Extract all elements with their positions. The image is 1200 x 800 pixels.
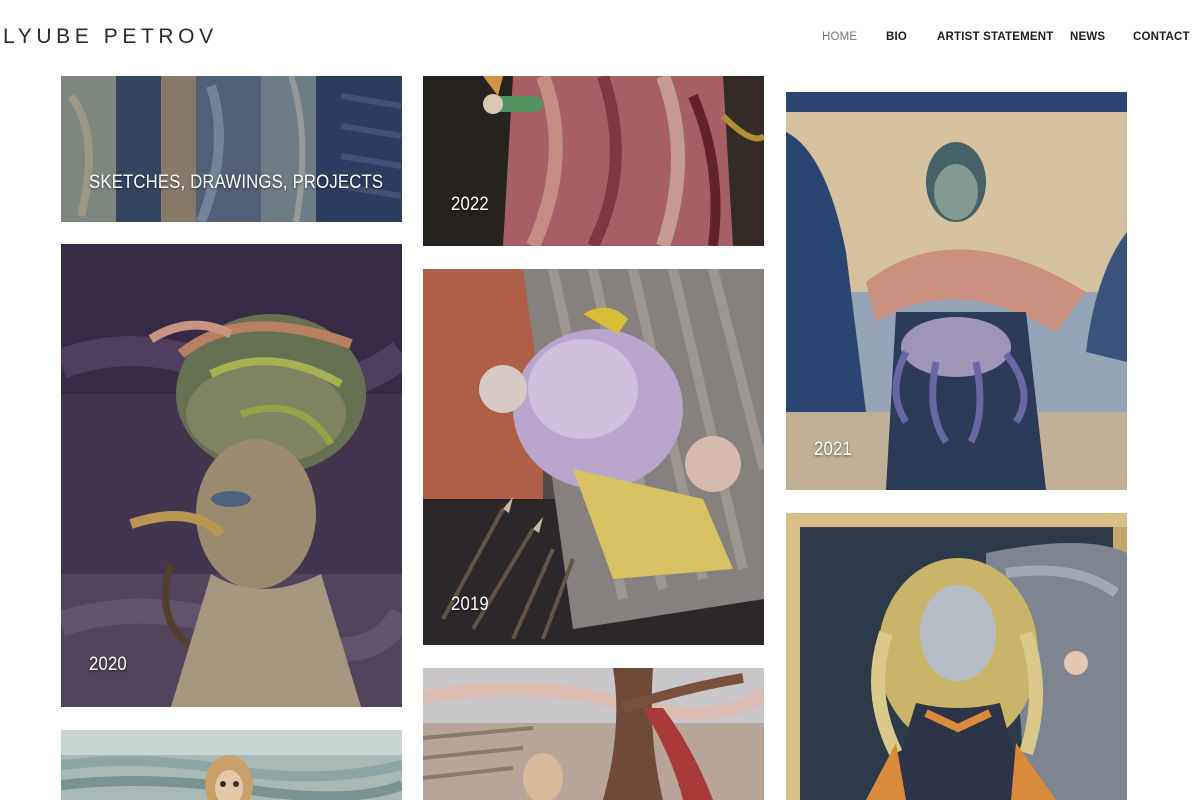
tile-caption: SKETCHES, DRAWINGS, PROJECTS <box>89 172 384 193</box>
gallery-tile-2020[interactable]: 2020 <box>61 244 402 707</box>
gallery-tile-2019[interactable]: 2019 <box>423 269 764 645</box>
framed-portrait-painting-image <box>786 513 1127 800</box>
sea-figure-painting-image <box>61 730 402 800</box>
tile-caption: 2021 <box>814 439 852 460</box>
gallery-tile-sketches[interactable]: SKETCHES, DRAWINGS, PROJECTS <box>61 76 402 222</box>
tile-caption: 2020 <box>89 654 127 675</box>
site-logo[interactable]: LYUBE PETROV <box>3 25 218 49</box>
nav-home[interactable]: HOME <box>822 31 857 47</box>
gallery-tile-bottom-middle[interactable] <box>423 668 764 800</box>
nav-contact[interactable]: CONTACT <box>1133 31 1190 47</box>
woman-with-octopus-painting-image <box>786 92 1127 490</box>
gallery-tile-bottom-right[interactable] <box>786 513 1127 800</box>
nav-news[interactable]: NEWS <box>1070 31 1105 47</box>
nav-artist-statement[interactable]: ARTIST STATEMENT <box>937 31 1054 47</box>
sketches-painting-image <box>61 76 402 222</box>
figure-in-robe-painting-image <box>423 76 764 246</box>
tree-figures-painting-image <box>423 668 764 800</box>
tile-caption: 2019 <box>451 594 489 615</box>
gallery-tile-2022[interactable]: 2022 <box>423 76 764 246</box>
gallery-tile-bottom-left[interactable] <box>61 730 402 800</box>
purple-fur-creature-painting-image <box>423 269 764 645</box>
tile-caption: 2022 <box>451 194 489 215</box>
gallery-tile-2021[interactable]: 2021 <box>786 92 1127 490</box>
site-header: LYUBE PETROV HOME BIO ARTIST STATEMENT N… <box>0 0 1200 76</box>
portrait-with-snakes-painting-image <box>61 244 402 707</box>
nav-bio[interactable]: BIO <box>886 31 907 47</box>
